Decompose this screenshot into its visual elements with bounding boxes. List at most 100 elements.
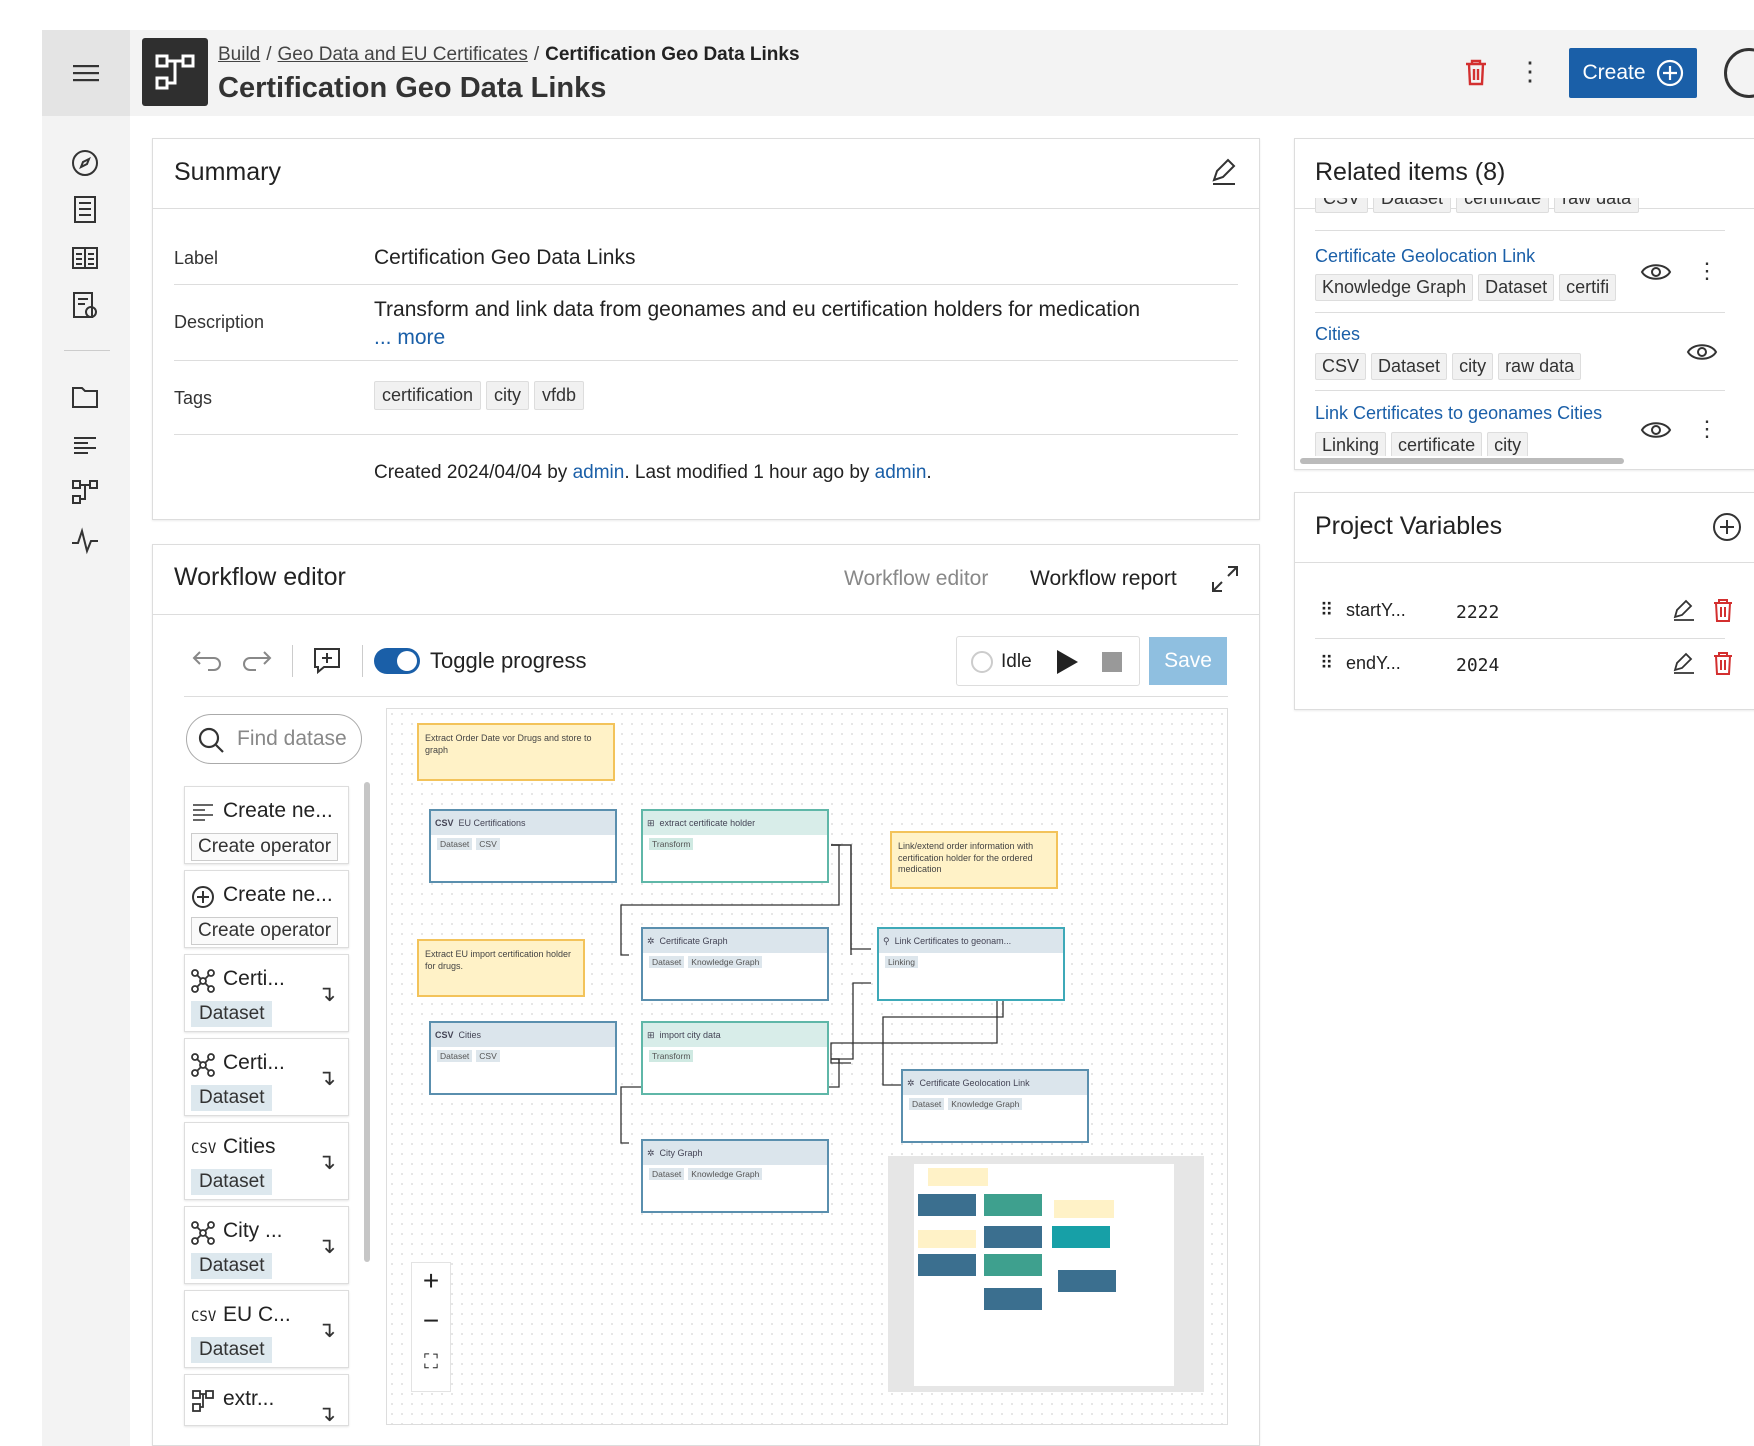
sidebar-item-dataset[interactable]: Certi... Dataset ↴: [184, 954, 349, 1032]
sidebar-item-chip: Create operator: [191, 917, 339, 945]
zoom-out-button[interactable]: −: [412, 1305, 450, 1337]
zoom-controls: + − ⛶: [411, 1262, 451, 1392]
catalog-icon[interactable]: [70, 243, 100, 278]
tag: Linking: [1315, 432, 1387, 456]
workflow-node[interactable]: ✲ Certificate Graph Dataset Knowledge Grap…: [641, 927, 829, 1001]
list-icon[interactable]: [70, 194, 100, 229]
drag-handle-icon[interactable]: ⠿: [1320, 653, 1333, 674]
more-options-icon[interactable]: ⋮: [1517, 58, 1543, 84]
sidebar-item-dataset[interactable]: CSV EU C... Dataset ↴: [184, 1290, 349, 1368]
search-icon: [198, 727, 224, 753]
sidebar-item-chip: Dataset: [191, 1001, 273, 1027]
tag: city: [1452, 353, 1494, 380]
more-link[interactable]: ... more: [374, 326, 445, 350]
sidebar-item-dataset[interactable]: CSV Cities Dataset ↴: [184, 1122, 349, 1200]
workflow-node[interactable]: ✲ Certificate Geolocation Link Dataset Kno…: [901, 1069, 1089, 1143]
delete-icon[interactable]: [1712, 598, 1734, 622]
sticky-note[interactable]: Link/extend order information with certi…: [890, 831, 1058, 889]
transform-icon: ⊞: [647, 817, 655, 828]
drag-handle-icon[interactable]: ⠿: [1320, 600, 1333, 621]
related-item-link[interactable]: Certificate Geolocation Link: [1315, 246, 1535, 267]
sidebar-item-create-operator[interactable]: Create ne... Create operator: [184, 870, 349, 948]
eye-icon[interactable]: [1640, 260, 1672, 289]
tag-list: certification city vfdb: [374, 381, 589, 410]
related-item-link[interactable]: Cities: [1315, 324, 1360, 345]
sidebar-item-transform[interactable]: extr... ↴: [184, 1374, 349, 1426]
undo-icon[interactable]: [192, 648, 224, 672]
node-tag: Linking: [885, 956, 918, 968]
summary-heading: Summary: [174, 158, 281, 186]
sticky-note[interactable]: Extract EU import certification holder f…: [417, 939, 585, 997]
breadcrumb-build[interactable]: Build: [218, 44, 260, 65]
edit-pencil-icon[interactable]: [1210, 158, 1238, 186]
eye-icon[interactable]: [1640, 418, 1672, 447]
activity-icon[interactable]: [70, 525, 100, 560]
redo-icon[interactable]: [240, 648, 272, 672]
workflow-node[interactable]: ⊞ extract certificate holder Transform: [641, 809, 829, 883]
minimap[interactable]: [888, 1156, 1204, 1392]
more-options-icon[interactable]: ⋮: [1696, 260, 1718, 282]
sidebar-scrollbar[interactable]: [364, 782, 370, 1262]
tab-workflow-editor[interactable]: Workflow editor: [844, 567, 988, 591]
node-tag: Dataset: [437, 1050, 473, 1062]
tag: certificate: [1391, 432, 1483, 456]
tags-key: Tags: [174, 388, 213, 408]
sidebar-item-create-operator[interactable]: Create ne... Create operator: [184, 786, 349, 864]
horizontal-scrollbar[interactable]: [1300, 458, 1624, 464]
zoom-in-button[interactable]: +: [412, 1265, 450, 1297]
create-button[interactable]: Create: [1569, 48, 1697, 98]
tag[interactable]: vfdb: [534, 381, 585, 410]
workflow-node[interactable]: ✲ City Graph Dataset Knowledge Graph: [641, 1139, 829, 1213]
edit-pencil-icon[interactable]: [1672, 598, 1696, 622]
divider: [1315, 312, 1725, 313]
more-options-icon[interactable]: ⋮: [1696, 418, 1718, 440]
eye-icon[interactable]: [1686, 340, 1718, 369]
compass-icon[interactable]: [70, 148, 100, 183]
run-controls: Idle: [956, 636, 1140, 686]
workflow-node[interactable]: CSV Cities Dataset CSV: [429, 1021, 617, 1095]
tab-workflow-report[interactable]: Workflow report: [1030, 567, 1177, 591]
workflow-node[interactable]: ⚲ Link Certificates to geonam... Linking: [877, 927, 1065, 1001]
stop-icon[interactable]: [1102, 652, 1122, 672]
toggle-progress-switch[interactable]: [374, 648, 420, 674]
menu-button[interactable]: [42, 30, 130, 116]
tag[interactable]: certification: [374, 381, 482, 410]
edit-pencil-icon[interactable]: [1672, 651, 1696, 675]
transform-icon: ⊞: [647, 1029, 655, 1040]
created-prefix: Created 2024/04/04 by: [374, 462, 573, 483]
workflow-icon[interactable]: [70, 477, 100, 512]
tag: raw data: [1554, 198, 1640, 213]
breadcrumb-project[interactable]: Geo Data and EU Certificates: [278, 44, 528, 65]
sidebar-item-chip: Dataset: [191, 1169, 273, 1195]
divider: [174, 284, 1238, 285]
modified-user-link[interactable]: admin: [875, 462, 927, 483]
sidebar-item-dataset[interactable]: City ... Dataset ↴: [184, 1206, 349, 1284]
related-item-link[interactable]: Link Certificates to geonames Cities: [1315, 403, 1625, 424]
add-note-icon[interactable]: [312, 646, 342, 674]
sidebar-item-title: Certi...: [223, 1051, 285, 1074]
dataset-preview-icon[interactable]: [70, 290, 100, 325]
sidebar-item-title: Create ne...: [223, 799, 333, 822]
toggle-progress-label: Toggle progress: [430, 648, 587, 673]
workflow-node[interactable]: ⊞ import city data Transform: [641, 1021, 829, 1095]
folder-icon[interactable]: [70, 382, 100, 417]
workflow-node[interactable]: CSV EU Certifications Dataset CSV: [429, 809, 617, 883]
delete-icon[interactable]: [1712, 651, 1734, 675]
expand-icon[interactable]: [1210, 564, 1240, 594]
fit-view-icon[interactable]: ⛶: [412, 1351, 450, 1374]
rules-icon[interactable]: [70, 430, 100, 465]
save-button[interactable]: Save: [1149, 637, 1227, 685]
play-icon[interactable]: [1055, 649, 1079, 680]
tag: CSV: [1315, 198, 1369, 213]
search-input[interactable]: Find datase: [186, 714, 362, 764]
sidebar-item-dataset[interactable]: Certi... Dataset ↴: [184, 1038, 349, 1116]
tag[interactable]: city: [486, 381, 530, 410]
created-user-link[interactable]: admin: [573, 462, 625, 483]
node-tag: CSV: [476, 838, 500, 850]
sticky-note[interactable]: Extract Order Date vor Drugs and store t…: [417, 723, 615, 781]
add-variable-icon[interactable]: [1712, 512, 1742, 542]
divider: [174, 434, 1238, 435]
delete-icon[interactable]: [1464, 58, 1488, 86]
drag-arrow-icon: ↴: [317, 1317, 336, 1342]
status-text: Idle: [1001, 651, 1032, 672]
